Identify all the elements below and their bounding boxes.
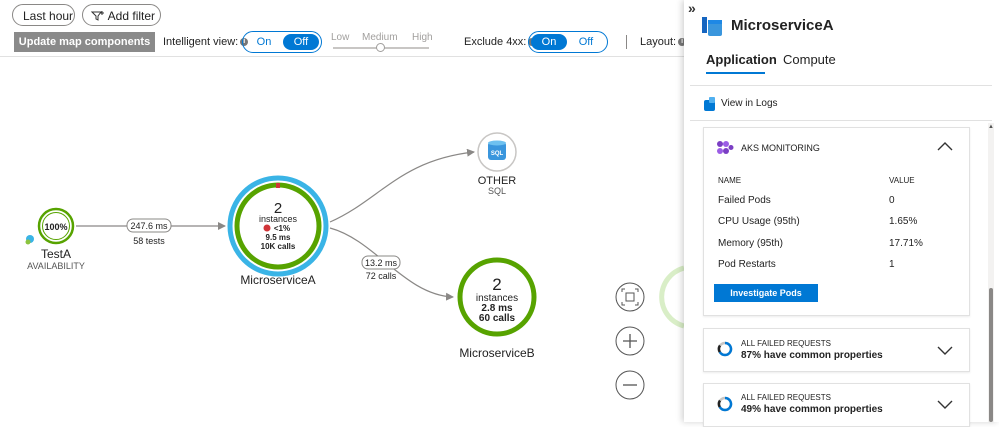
tab-compute[interactable]: Compute: [783, 52, 836, 67]
section-divider: [690, 120, 992, 121]
testa-availability-pct: 100%: [44, 222, 67, 232]
view-in-logs-link[interactable]: View in Logs: [721, 98, 778, 109]
failed-requests-title: ALL FAILED REQUESTS: [741, 339, 831, 348]
microserviceb-count: 2: [492, 275, 501, 294]
chevron-down-icon[interactable]: [937, 346, 953, 356]
chevron-down-icon[interactable]: [937, 400, 953, 410]
chevron-up-icon[interactable]: [937, 141, 953, 151]
donut-icon: [717, 341, 733, 357]
edge-b-count: 72 calls: [366, 271, 397, 281]
logs-icon: [704, 97, 715, 111]
tab-application[interactable]: Application: [706, 52, 777, 67]
globe-icon: [25, 235, 34, 245]
aks-row-value: 17.71%: [889, 238, 923, 249]
aks-row-name: Failed Pods: [718, 195, 771, 206]
edge-test-duration: 247.6 ms: [130, 221, 168, 231]
panel-title: MicroserviceA: [731, 17, 834, 34]
tab-divider: [690, 85, 992, 86]
node-microserviceb[interactable]: 2 instances 2.8 ms 60 calls: [457, 257, 537, 337]
aks-row-value: 1.65%: [889, 216, 918, 227]
edge-microservicea-to-other[interactable]: [329, 148, 475, 223]
application-map: 247.6 ms 58 tests 13.2 ms 72 calls 100% …: [25, 132, 684, 400]
partial-node: [659, 265, 684, 329]
aks-row-value: 0: [889, 195, 895, 206]
failed-requests-title: ALL FAILED REQUESTS: [741, 393, 831, 402]
node-microservicea[interactable]: 2 instances <1% 9.5 ms 10K calls: [227, 175, 329, 277]
node-other-sql[interactable]: SQL: [477, 132, 517, 172]
testa-subtitle: AVAILABILITY: [27, 261, 85, 271]
sql-icon-text: SQL: [491, 151, 504, 157]
aks-row-value: 1: [889, 259, 895, 270]
aks-title: AKS MONITORING: [741, 143, 820, 153]
zoom-out-button[interactable]: [615, 370, 645, 400]
scroll-up-arrow[interactable]: ▲: [988, 124, 994, 130]
aks-icon: [717, 141, 734, 154]
microservicea-fail-rate: <1%: [274, 224, 290, 233]
aks-col-name: NAME: [718, 176, 742, 185]
collapse-panel-button[interactable]: »: [688, 0, 696, 16]
zoom-in-button[interactable]: [615, 326, 645, 356]
donut-icon: [717, 396, 733, 412]
edge-test-count: 58 tests: [133, 236, 165, 246]
microservicea-calls: 10K calls: [261, 242, 296, 251]
failed-requests-detail: 87% have common properties: [741, 350, 883, 361]
aks-row-name: CPU Usage (95th): [718, 216, 800, 227]
microserviceb-calls: 60 calls: [479, 313, 516, 324]
microservicea-duration: 9.5 ms: [266, 233, 291, 242]
testa-name: TestA: [41, 247, 71, 261]
error-icon: [263, 224, 271, 232]
microservicea-instances: instances: [259, 214, 298, 224]
failed-requests-detail: 49% have common properties: [741, 404, 883, 415]
sql-database-icon: SQL: [488, 140, 506, 160]
aks-col-value: VALUE: [889, 176, 915, 185]
edge-b-duration: 13.2 ms: [365, 258, 398, 268]
panel-scrollbar-thumb[interactable]: [989, 288, 993, 422]
aks-row-name: Memory (95th): [718, 238, 784, 249]
node-testa[interactable]: 100%: [37, 207, 75, 245]
other-subtitle: SQL: [488, 186, 506, 196]
tab-application-underline: [706, 72, 765, 74]
investigate-pods-button[interactable]: Investigate Pods: [714, 284, 818, 302]
fit-to-screen-button[interactable]: [615, 282, 645, 312]
aks-row-name: Pod Restarts: [718, 259, 776, 270]
microservicea-name: MicroserviceA: [240, 273, 315, 287]
microservice-icon: [702, 17, 722, 36]
microserviceb-name: MicroserviceB: [459, 346, 534, 360]
failure-arc-marker: [276, 183, 280, 188]
